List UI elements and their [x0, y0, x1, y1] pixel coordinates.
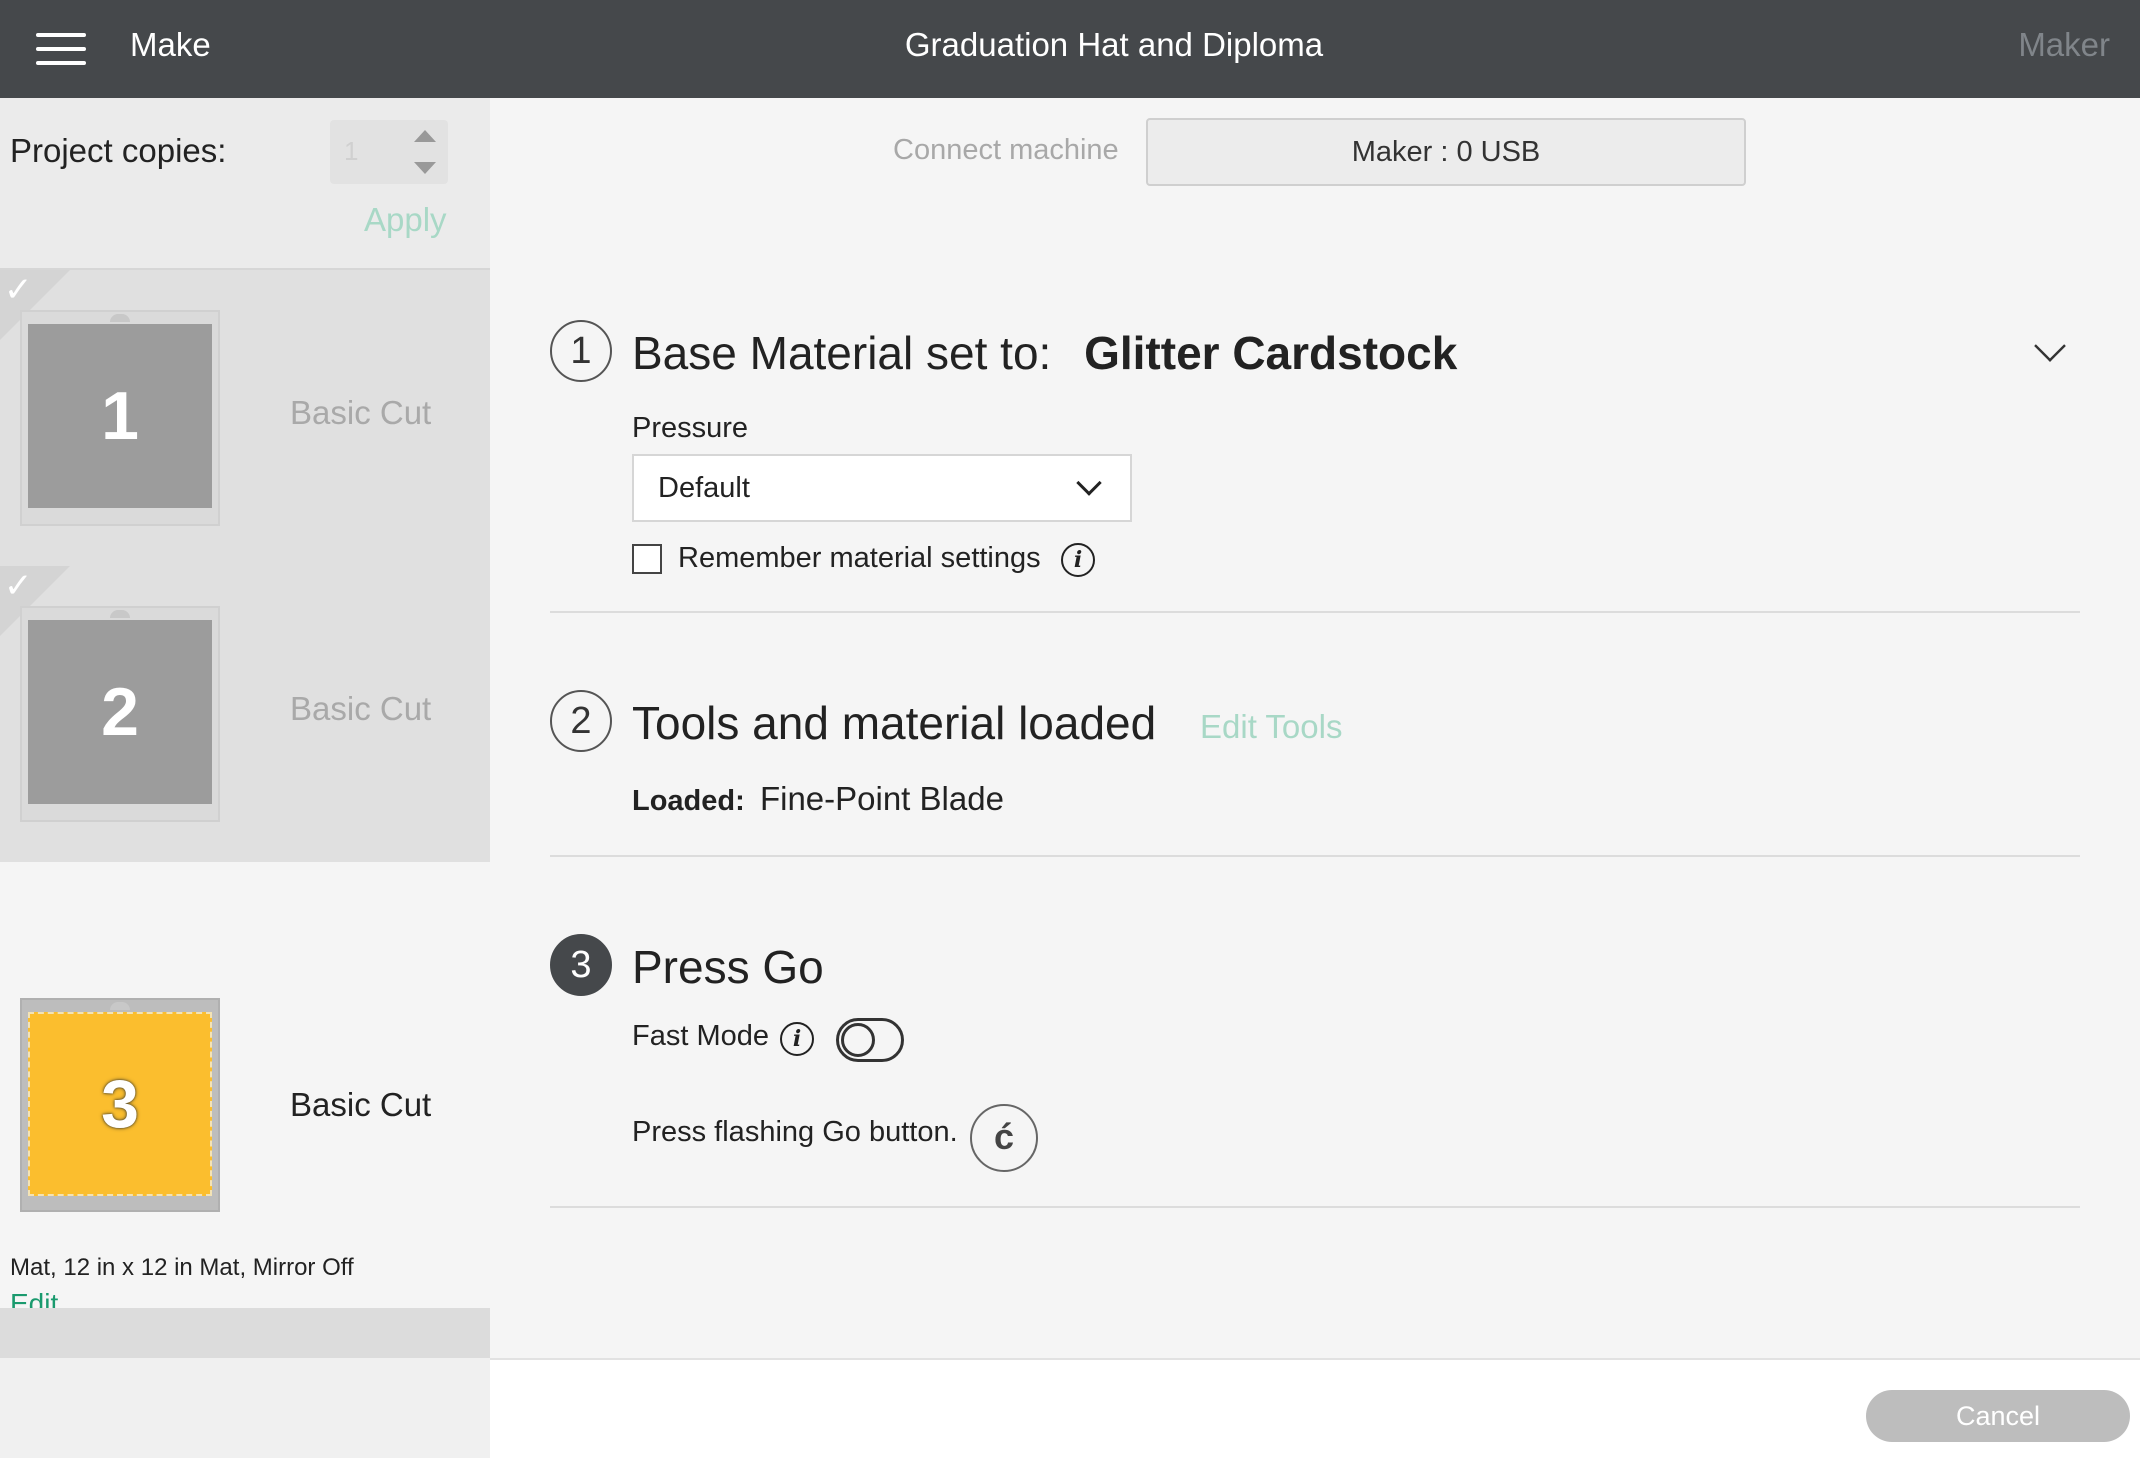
mat-thumbnail[interactable]: 1 — [20, 310, 220, 526]
mat-tab — [110, 610, 130, 618]
toggle-knob — [841, 1023, 875, 1057]
mat-number: 1 — [28, 324, 212, 508]
checkmark-icon: ✓ — [4, 567, 33, 605]
step-1-title: Base Material set to: Glitter Cardstock — [632, 326, 1457, 380]
increment-arrow-icon[interactable] — [414, 130, 436, 142]
loaded-label: Loaded: — [632, 785, 745, 817]
chevron-down-icon[interactable] — [2034, 330, 2066, 362]
mat-tab — [110, 314, 130, 322]
mat-cut-label: Basic Cut — [290, 690, 432, 727]
sidebar-footer — [0, 1308, 490, 1358]
step-2-title: Tools and material loaded — [632, 697, 1157, 749]
project-copies-panel: Project copies: 1 Apply — [0, 98, 490, 270]
project-copies-stepper[interactable]: 1 — [330, 120, 448, 184]
decrement-arrow-icon[interactable] — [414, 162, 436, 174]
mat-thumbnail-active[interactable]: 3 — [20, 998, 220, 1212]
mat-tab — [110, 1002, 130, 1010]
fast-mode-toggle[interactable] — [836, 1018, 904, 1062]
go-button-icon: ć — [970, 1104, 1038, 1172]
step-divider — [550, 855, 2080, 857]
machine-connection-button[interactable]: Maker : 0 USB — [1146, 118, 1746, 186]
machine-selector[interactable]: Maker — [2018, 26, 2110, 64]
mat-cut-label: Basic Cut — [290, 394, 432, 431]
step-1-badge: 1 — [550, 320, 612, 382]
fast-mode-label: Fast Mode — [632, 1020, 769, 1052]
loaded-tools: Loaded: Fine-Point Blade — [632, 780, 1004, 818]
cancel-button[interactable]: Cancel — [1866, 1390, 2130, 1442]
step-divider — [550, 611, 2080, 613]
step-1-label: Base Material set to: — [632, 327, 1052, 379]
footer-bar: Cancel — [490, 1358, 2140, 1458]
mat-item-1[interactable]: ✓ 1 Basic Cut — [0, 270, 490, 566]
remember-settings-label: Remember material settings — [678, 542, 1041, 574]
apply-button[interactable]: Apply — [364, 201, 447, 239]
mat-thumbnail[interactable]: 2 — [20, 606, 220, 822]
connect-machine-label: Connect machine — [893, 134, 1119, 166]
mat-sidebar: Project copies: 1 Apply ✓ 1 Basic Cut ✓ … — [0, 98, 490, 1458]
make-steps-panel: Connect machine Maker : 0 USB 1 Base Mat… — [490, 98, 2140, 1358]
pressure-selected-value: Default — [658, 472, 750, 504]
info-icon[interactable]: i — [780, 1022, 814, 1056]
mat-item-2[interactable]: ✓ 2 Basic Cut — [0, 566, 490, 862]
project-copies-value[interactable]: 1 — [344, 136, 358, 167]
project-copies-label: Project copies: — [10, 132, 227, 169]
project-title: Graduation Hat and Diploma — [904, 26, 1324, 63]
step-3-badge: 3 — [550, 934, 612, 996]
pressure-dropdown[interactable]: Default — [632, 454, 1132, 522]
press-go-instruction: Press flashing Go button. — [632, 1116, 958, 1148]
checkmark-icon: ✓ — [4, 271, 33, 309]
base-material-name: Glitter Cardstock — [1084, 327, 1458, 379]
step-3-title: Press Go — [632, 941, 824, 993]
info-icon[interactable]: i — [1061, 543, 1095, 577]
chevron-down-icon — [1076, 470, 1102, 496]
footer-left-area — [0, 1358, 490, 1458]
mat-settings-info: Mat, 12 in x 12 in Mat, Mirror Off — [10, 1254, 354, 1281]
mat-number: 2 — [28, 620, 212, 804]
mat-cut-label-active: Basic Cut — [290, 1086, 432, 1123]
remember-settings-checkbox[interactable] — [632, 544, 662, 574]
pressure-label: Pressure — [632, 412, 749, 444]
step-divider — [550, 1206, 2080, 1208]
step-2-badge: 2 — [550, 690, 612, 752]
top-bar: Make Graduation Hat and Diploma Maker — [0, 0, 2140, 98]
loaded-blade: Fine-Point Blade — [759, 780, 1004, 817]
edit-tools-link[interactable]: Edit Tools — [1200, 708, 1342, 746]
mat-number: 3 — [28, 1012, 212, 1196]
